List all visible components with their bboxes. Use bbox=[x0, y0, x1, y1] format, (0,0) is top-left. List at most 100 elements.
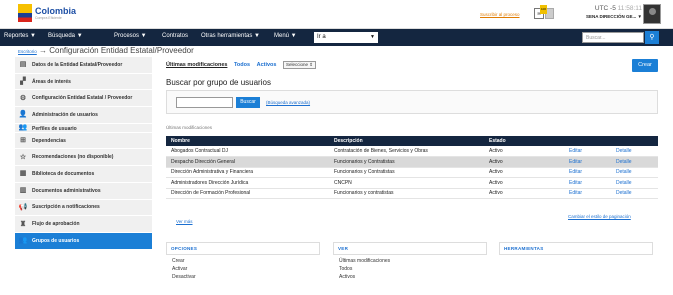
breadcrumb-home[interactable]: Escritorio bbox=[18, 49, 37, 54]
view-ultimas[interactable]: Últimas modificaciones bbox=[339, 257, 390, 265]
search-button[interactable]: Buscar bbox=[236, 97, 260, 108]
edit-link[interactable]: Editar bbox=[564, 188, 611, 199]
nav-menu[interactable]: Menú ▼ bbox=[274, 33, 297, 39]
building-card-icon: ▤ bbox=[19, 61, 27, 69]
gears-icon: ⚙ bbox=[19, 94, 27, 102]
detail-link[interactable]: Detalle bbox=[611, 177, 658, 189]
user-info[interactable]: UTC -5 11:58:11 SENA DIRECCIÓN GE... ▼ bbox=[566, 5, 642, 19]
create-button[interactable]: Crear bbox=[632, 59, 658, 72]
view-todos[interactable]: Todos bbox=[339, 265, 390, 273]
sidebar-item-documentos-administrativos[interactable]: ▥ Documentos administrativos bbox=[15, 182, 152, 200]
tab-ultimas-modificaciones[interactable]: Últimas modificaciones bbox=[166, 62, 227, 68]
users-icon: 👥 bbox=[18, 123, 28, 131]
sidebar-item-recomendaciones[interactable]: ☆ Recomendaciones (no disponible) bbox=[15, 149, 152, 167]
sidebar-item-perfiles[interactable]: 👥 Perfiles de usuario bbox=[15, 123, 152, 133]
option-crear[interactable]: Crear bbox=[172, 257, 196, 265]
main-navigation: Reportes ▼ Búsqueda ▼ Procesos ▼ Contrat… bbox=[0, 29, 673, 46]
user-groups-table: Nombre Descripción Estado Abogados Contr… bbox=[166, 136, 658, 199]
subscribe-link[interactable]: Suscribir al proceso bbox=[480, 12, 520, 17]
sidebar-item-grupos-usuarios[interactable]: 👥 Grupos de usuarios bbox=[15, 232, 152, 250]
tools-panel-title: HERRAMIENTAS bbox=[499, 242, 653, 255]
view-panel-title: VER bbox=[333, 242, 487, 255]
table-row[interactable]: Dirección Administrativa y Financiera Fu… bbox=[166, 167, 658, 178]
sidebar-item-flujo-aprobacion[interactable]: ♜ Flujo de aprobación bbox=[15, 216, 152, 233]
col-descripcion[interactable]: Descripción bbox=[329, 136, 484, 146]
detail-link[interactable]: Detalle bbox=[611, 188, 658, 199]
group-icon: 👥 bbox=[18, 237, 28, 245]
top-header: Colombia Compra Eficiente Suscribir al p… bbox=[0, 0, 673, 29]
edit-link[interactable]: Editar bbox=[564, 146, 611, 157]
col-detalle bbox=[611, 136, 658, 146]
sidebar-item-areas-interes[interactable]: ▞ Áreas de interés bbox=[15, 73, 152, 91]
tab-activos[interactable]: Activos bbox=[257, 62, 277, 68]
chevron-down-icon: ▼ bbox=[370, 34, 375, 40]
sidebar: ▤ Datos de la Entidad Estatal/Proveedor ▞… bbox=[15, 57, 152, 250]
page-title: Configuración Entidad Estatal/Proveedor bbox=[49, 46, 194, 55]
nav-procesos[interactable]: Procesos ▼ bbox=[114, 33, 147, 39]
admin-docs-icon: ▥ bbox=[19, 187, 27, 195]
clock-label: 11:58:11 bbox=[617, 5, 642, 12]
notifications-widget[interactable]: ✉ 100 bbox=[534, 5, 556, 20]
avatar[interactable] bbox=[643, 4, 661, 24]
nav-contratos[interactable]: Contratos bbox=[162, 33, 188, 39]
table-header: Nombre Descripción Estado bbox=[166, 136, 658, 146]
org-chart-icon: ⊞ bbox=[20, 137, 26, 145]
detail-link[interactable]: Detalle bbox=[611, 156, 658, 168]
see-more-link[interactable]: Ver más bbox=[176, 219, 193, 224]
options-panel-title: OPCIONES bbox=[166, 242, 320, 255]
edit-link[interactable]: Editar bbox=[564, 177, 611, 189]
breadcrumb: Escritorio → Configuración Entidad Estat… bbox=[18, 46, 194, 55]
sidebar-item-administracion-usuarios[interactable]: 👤 Administración de usuarios bbox=[15, 107, 152, 124]
search-input[interactable]: Buscar... bbox=[582, 32, 644, 43]
option-desactivar[interactable]: Desactivar bbox=[172, 273, 196, 281]
col-nombre[interactable]: Nombre bbox=[166, 136, 329, 146]
flag-icon bbox=[18, 4, 32, 22]
filter-select[interactable]: Seleccione ⇕ bbox=[283, 61, 317, 69]
options-list: Crear Activar Desactivar bbox=[172, 257, 196, 281]
col-editar bbox=[564, 136, 611, 146]
sidebar-item-dependencias[interactable]: ⊞ Dependencias bbox=[15, 132, 152, 150]
option-activar[interactable]: Activar bbox=[172, 265, 196, 273]
brand-name: Colombia bbox=[35, 5, 77, 16]
detail-link[interactable]: Detalle bbox=[611, 146, 658, 157]
nav-otras-herramientas[interactable]: Otras herramientas ▼ bbox=[201, 33, 260, 39]
tab-todos[interactable]: Todos bbox=[234, 62, 250, 68]
table-row[interactable]: Administradores Dirección Jurídica CNCPN… bbox=[166, 177, 658, 189]
user-icon: 👤 bbox=[18, 111, 28, 119]
timezone-label: UTC -5 bbox=[594, 5, 616, 12]
search-icon[interactable]: ⚲ bbox=[645, 31, 659, 44]
edit-link[interactable]: Editar bbox=[564, 167, 611, 178]
star-icon: ☆ bbox=[19, 153, 27, 161]
notification-badge: 100 bbox=[539, 5, 547, 14]
sidebar-item-configuracion[interactable]: ⚙ Configuración Entidad Estatal / Proveed… bbox=[15, 90, 152, 108]
brand-subtitle: Compra Eficiente bbox=[35, 15, 62, 20]
mail-icon[interactable]: ✉ 100 bbox=[534, 5, 547, 19]
nav-busqueda[interactable]: Búsqueda ▼ bbox=[48, 33, 83, 39]
section-label: Últimas modificaciones bbox=[166, 125, 213, 130]
edit-link[interactable]: Editar bbox=[564, 156, 611, 168]
advanced-search-link[interactable]: (Búsqueda avanzada) bbox=[266, 100, 310, 105]
group-search-input[interactable] bbox=[176, 97, 233, 108]
table-row[interactable]: Dirección de Formación Profesional Funci… bbox=[166, 188, 658, 199]
colombia-compra-logo[interactable]: Colombia Compra Eficiente bbox=[18, 4, 76, 22]
view-activos[interactable]: Activos bbox=[339, 273, 390, 281]
pagination-style-link[interactable]: Cambiar el estilo de paginación bbox=[568, 214, 631, 219]
view-list: Últimas modificaciones Todos Activos bbox=[339, 257, 390, 281]
search-box: Buscar (Búsqueda avanzada) bbox=[166, 90, 658, 114]
sidebar-item-datos-entidad[interactable]: ▤ Datos de la Entidad Estatal/Proveedor bbox=[15, 57, 152, 74]
go-to-select[interactable]: Ir a ▼ bbox=[314, 32, 378, 43]
filter-tabs: Últimas modificaciones Todos Activos Sel… bbox=[166, 61, 317, 69]
search-heading: Buscar por grupo de usuarios bbox=[166, 78, 271, 87]
detail-link[interactable]: Detalle bbox=[611, 167, 658, 178]
blocks-icon: ▞ bbox=[20, 78, 26, 86]
entity-selector[interactable]: SENA DIRECCIÓN GE... bbox=[586, 14, 636, 19]
table-row[interactable]: Despacho Dirección General Funcionarios … bbox=[166, 156, 658, 168]
nav-reportes[interactable]: Reportes ▼ bbox=[4, 33, 36, 39]
megaphone-icon: 📢 bbox=[18, 203, 28, 211]
documents-icon: ▦ bbox=[19, 170, 27, 178]
sidebar-item-biblioteca[interactable]: ▦ Biblioteca de documentos bbox=[15, 166, 152, 183]
col-estado[interactable]: Estado bbox=[484, 136, 564, 146]
approval-icon: ♜ bbox=[19, 220, 27, 228]
table-row[interactable]: Abogados Contractual DJ Contratación de … bbox=[166, 146, 658, 157]
sidebar-item-suscripcion[interactable]: 📢 Suscripción a notificaciones bbox=[15, 199, 152, 217]
